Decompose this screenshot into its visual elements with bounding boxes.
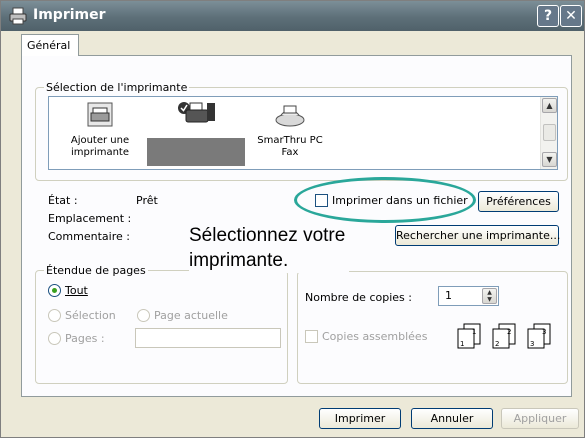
page-range-group: Étendue de pages <box>35 264 288 384</box>
default-printer-icon <box>178 102 215 123</box>
help-button[interactable]: ? <box>537 5 559 27</box>
location-label: Emplacement : <box>48 212 132 225</box>
radio-all[interactable] <box>48 284 61 297</box>
svg-text:1: 1 <box>472 328 476 336</box>
printer-selection-legend: Sélection de l'imprimante <box>46 81 188 94</box>
add-printer-label-2: imprimante <box>70 147 130 158</box>
page-range-legend: Étendue de pages <box>46 264 146 277</box>
svg-text:3: 3 <box>530 340 534 348</box>
radio-current-page-label[interactable]: Page actuelle <box>154 309 228 322</box>
window-title: Imprimer <box>33 7 106 23</box>
svg-text:2: 2 <box>495 340 499 348</box>
copies-count-label: Nombre de copies : <box>305 291 412 304</box>
copies-spinner[interactable]: ▲ ▼ <box>482 288 497 304</box>
close-button[interactable]: ✕ <box>560 5 582 27</box>
scroll-thumb[interactable] <box>543 124 556 141</box>
highlight-ellipse <box>294 177 476 223</box>
state-label: État : <box>48 194 78 207</box>
collate-copy-2-icon: 22 <box>492 323 516 349</box>
fax-label-2: Fax <box>281 147 299 158</box>
copies-count-value: 1 <box>445 289 452 302</box>
find-printer-button[interactable]: Rechercher une imprimante... <box>395 225 560 246</box>
svg-text:3: 3 <box>542 328 546 336</box>
comment-label: Commentaire : <box>48 230 130 243</box>
radio-pages-label[interactable]: Pages : <box>65 332 105 345</box>
printer-list[interactable]: Ajouter une imprimante SmarThru PC Fax ▲… <box>48 96 558 170</box>
add-printer-item[interactable]: Ajouter une imprimante <box>54 101 146 159</box>
fax-label-1: SmarThru PC <box>257 135 323 146</box>
apply-button[interactable]: Appliquer <box>501 408 579 429</box>
pages-input[interactable] <box>135 328 281 348</box>
annotation-line-1: Sélectionnez votre <box>189 225 346 246</box>
radio-pages[interactable] <box>48 332 61 345</box>
radio-all-label[interactable]: Tout <box>65 284 88 297</box>
print-button[interactable]: Imprimer <box>319 408 401 429</box>
instruction-annotation: Sélectionnez votre imprimante. <box>189 223 350 273</box>
svg-text:1: 1 <box>460 340 464 348</box>
title-bar: Imprimer ? ✕ <box>1 1 584 31</box>
smarthru-fax-item[interactable]: SmarThru PC Fax <box>245 101 335 159</box>
printer-icon <box>9 7 27 25</box>
cancel-button[interactable]: Annuler <box>411 408 493 429</box>
add-printer-label-1: Ajouter une <box>70 135 130 146</box>
selected-printer-label[interactable] <box>147 138 245 166</box>
collate-checkbox[interactable] <box>305 330 318 343</box>
copies-count-input[interactable]: 1 ▲ ▼ <box>438 286 499 306</box>
collate-label[interactable]: Copies assemblées <box>322 330 427 343</box>
collate-copy-1-icon: 11 <box>457 323 481 349</box>
radio-selection-label[interactable]: Sélection <box>65 309 116 322</box>
annotation-line-2: imprimante. <box>189 250 289 271</box>
svg-text:2: 2 <box>507 328 511 336</box>
tab-general[interactable]: Général <box>21 34 79 56</box>
collate-copy-3-icon: 33 <box>527 323 551 349</box>
default-printer-item[interactable] <box>159 101 237 135</box>
scroll-up-icon[interactable]: ▲ <box>542 98 557 113</box>
add-printer-icon <box>87 102 113 127</box>
state-value: Prêt <box>136 194 158 207</box>
print-dialog: Imprimer ? ✕ Général Sélection de l'impr… <box>0 0 585 438</box>
radio-current-page[interactable] <box>137 309 150 322</box>
preferences-button[interactable]: Préférences <box>478 191 559 212</box>
printer-list-scrollbar[interactable]: ▲ ▼ <box>540 97 557 169</box>
radio-selection[interactable] <box>48 309 61 322</box>
fax-icon <box>275 105 305 127</box>
scroll-down-icon[interactable]: ▼ <box>542 152 557 167</box>
